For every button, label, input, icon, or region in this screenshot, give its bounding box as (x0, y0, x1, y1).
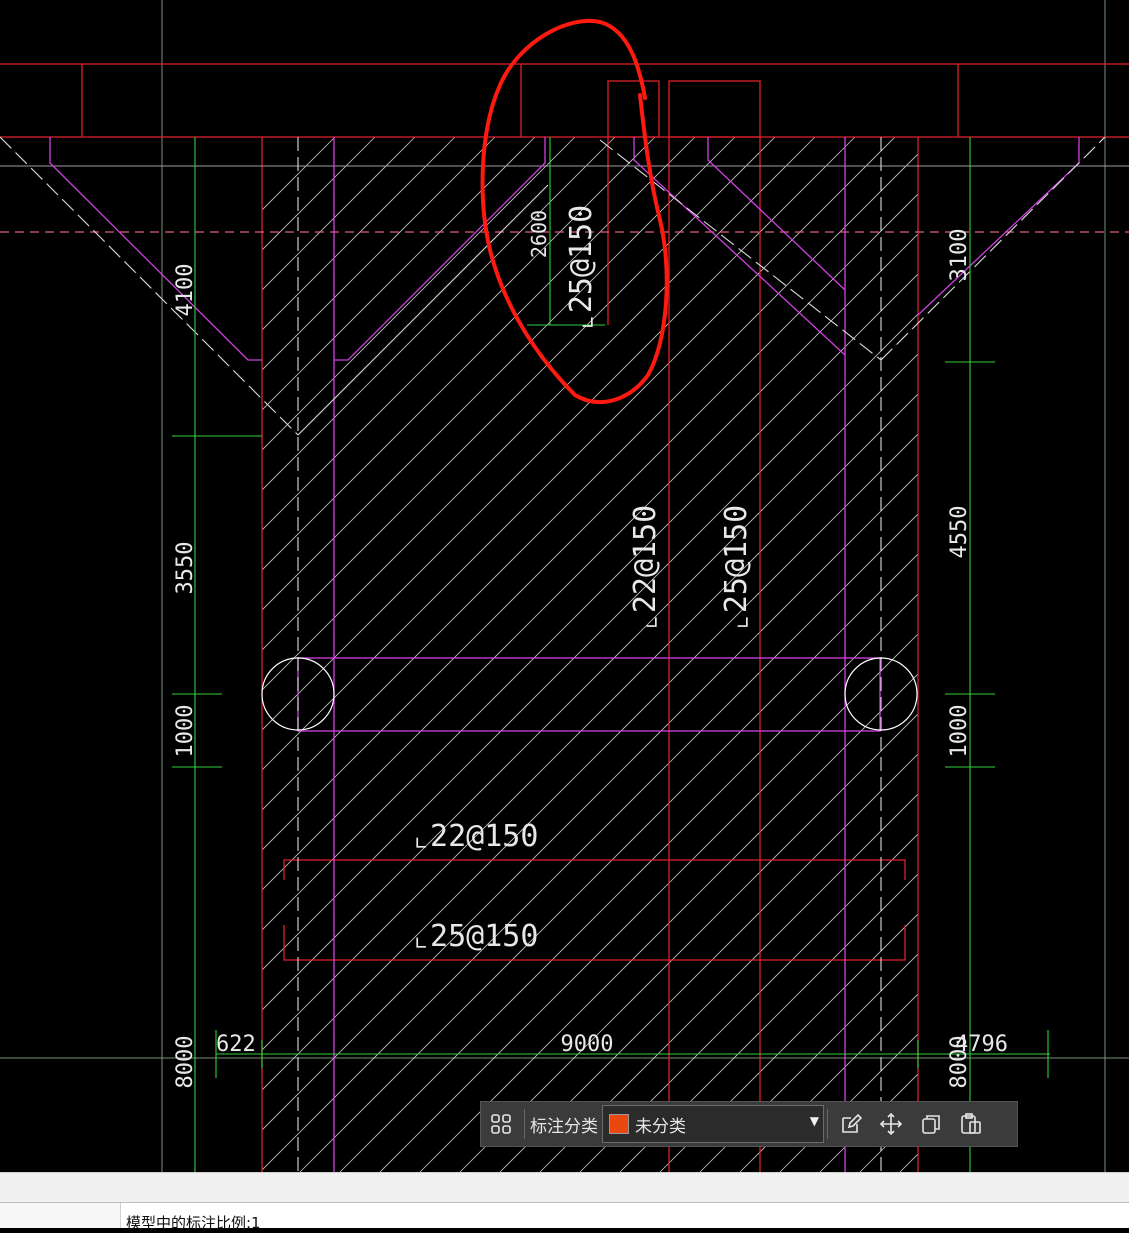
status-bar: 模型中的标注比例:1 (0, 1202, 1129, 1232)
rebar-label-top: ⌞25@150 (564, 205, 599, 331)
category-selected-value: 未分类 (635, 1116, 686, 1137)
dim-bottom-2: 9000 (561, 1032, 614, 1057)
copy-icon[interactable] (911, 1104, 951, 1144)
rebar-label-mid-1: ⌞22@150 (628, 505, 663, 631)
chevron-down-icon: ▼ (809, 1114, 819, 1128)
dim-right-3: 1000 (947, 705, 972, 758)
toolbar-separator (827, 1109, 828, 1139)
edit-icon[interactable] (831, 1104, 871, 1144)
four-squares-icon[interactable] (481, 1104, 521, 1144)
dim-top-inner: 2600 (527, 210, 551, 258)
rebar-label-bottom-1: ⌞22@150 (412, 819, 538, 854)
dim-left-1: 4100 (173, 264, 198, 317)
dim-bottom-1: 622 (216, 1032, 256, 1057)
horizontal-scroll-area[interactable] (0, 1172, 1129, 1203)
dim-right-2: 4550 (947, 506, 972, 559)
move-icon[interactable] (871, 1104, 911, 1144)
paste-icon[interactable] (951, 1104, 991, 1144)
status-bar-left-cell (0, 1203, 121, 1228)
annotation-category-select[interactable]: 未分类 ▼ (602, 1105, 824, 1143)
annotation-toolbar: 标注分类 未分类 ▼ (480, 1101, 1018, 1147)
dim-right-1: 3100 (947, 229, 972, 282)
dim-left-4: 8000 (173, 1036, 198, 1089)
dim-left-2: 3550 (173, 542, 198, 595)
cad-drawing-canvas[interactable]: 4100 3550 1000 8000 3100 4550 1000 8000 … (0, 0, 1129, 1172)
category-color-swatch (609, 1114, 629, 1134)
toolbar-separator (524, 1109, 525, 1139)
dim-left-3: 1000 (173, 705, 198, 758)
rebar-label-bottom-2: ⌞25@150 (412, 919, 538, 954)
annotation-scale-text: 模型中的标注比例:1 (126, 1214, 261, 1232)
dim-bottom-3: 4796 (955, 1032, 1008, 1057)
rebar-label-mid-2: ⌞25@150 (719, 505, 754, 631)
annotation-category-label: 标注分类 (530, 1116, 598, 1137)
